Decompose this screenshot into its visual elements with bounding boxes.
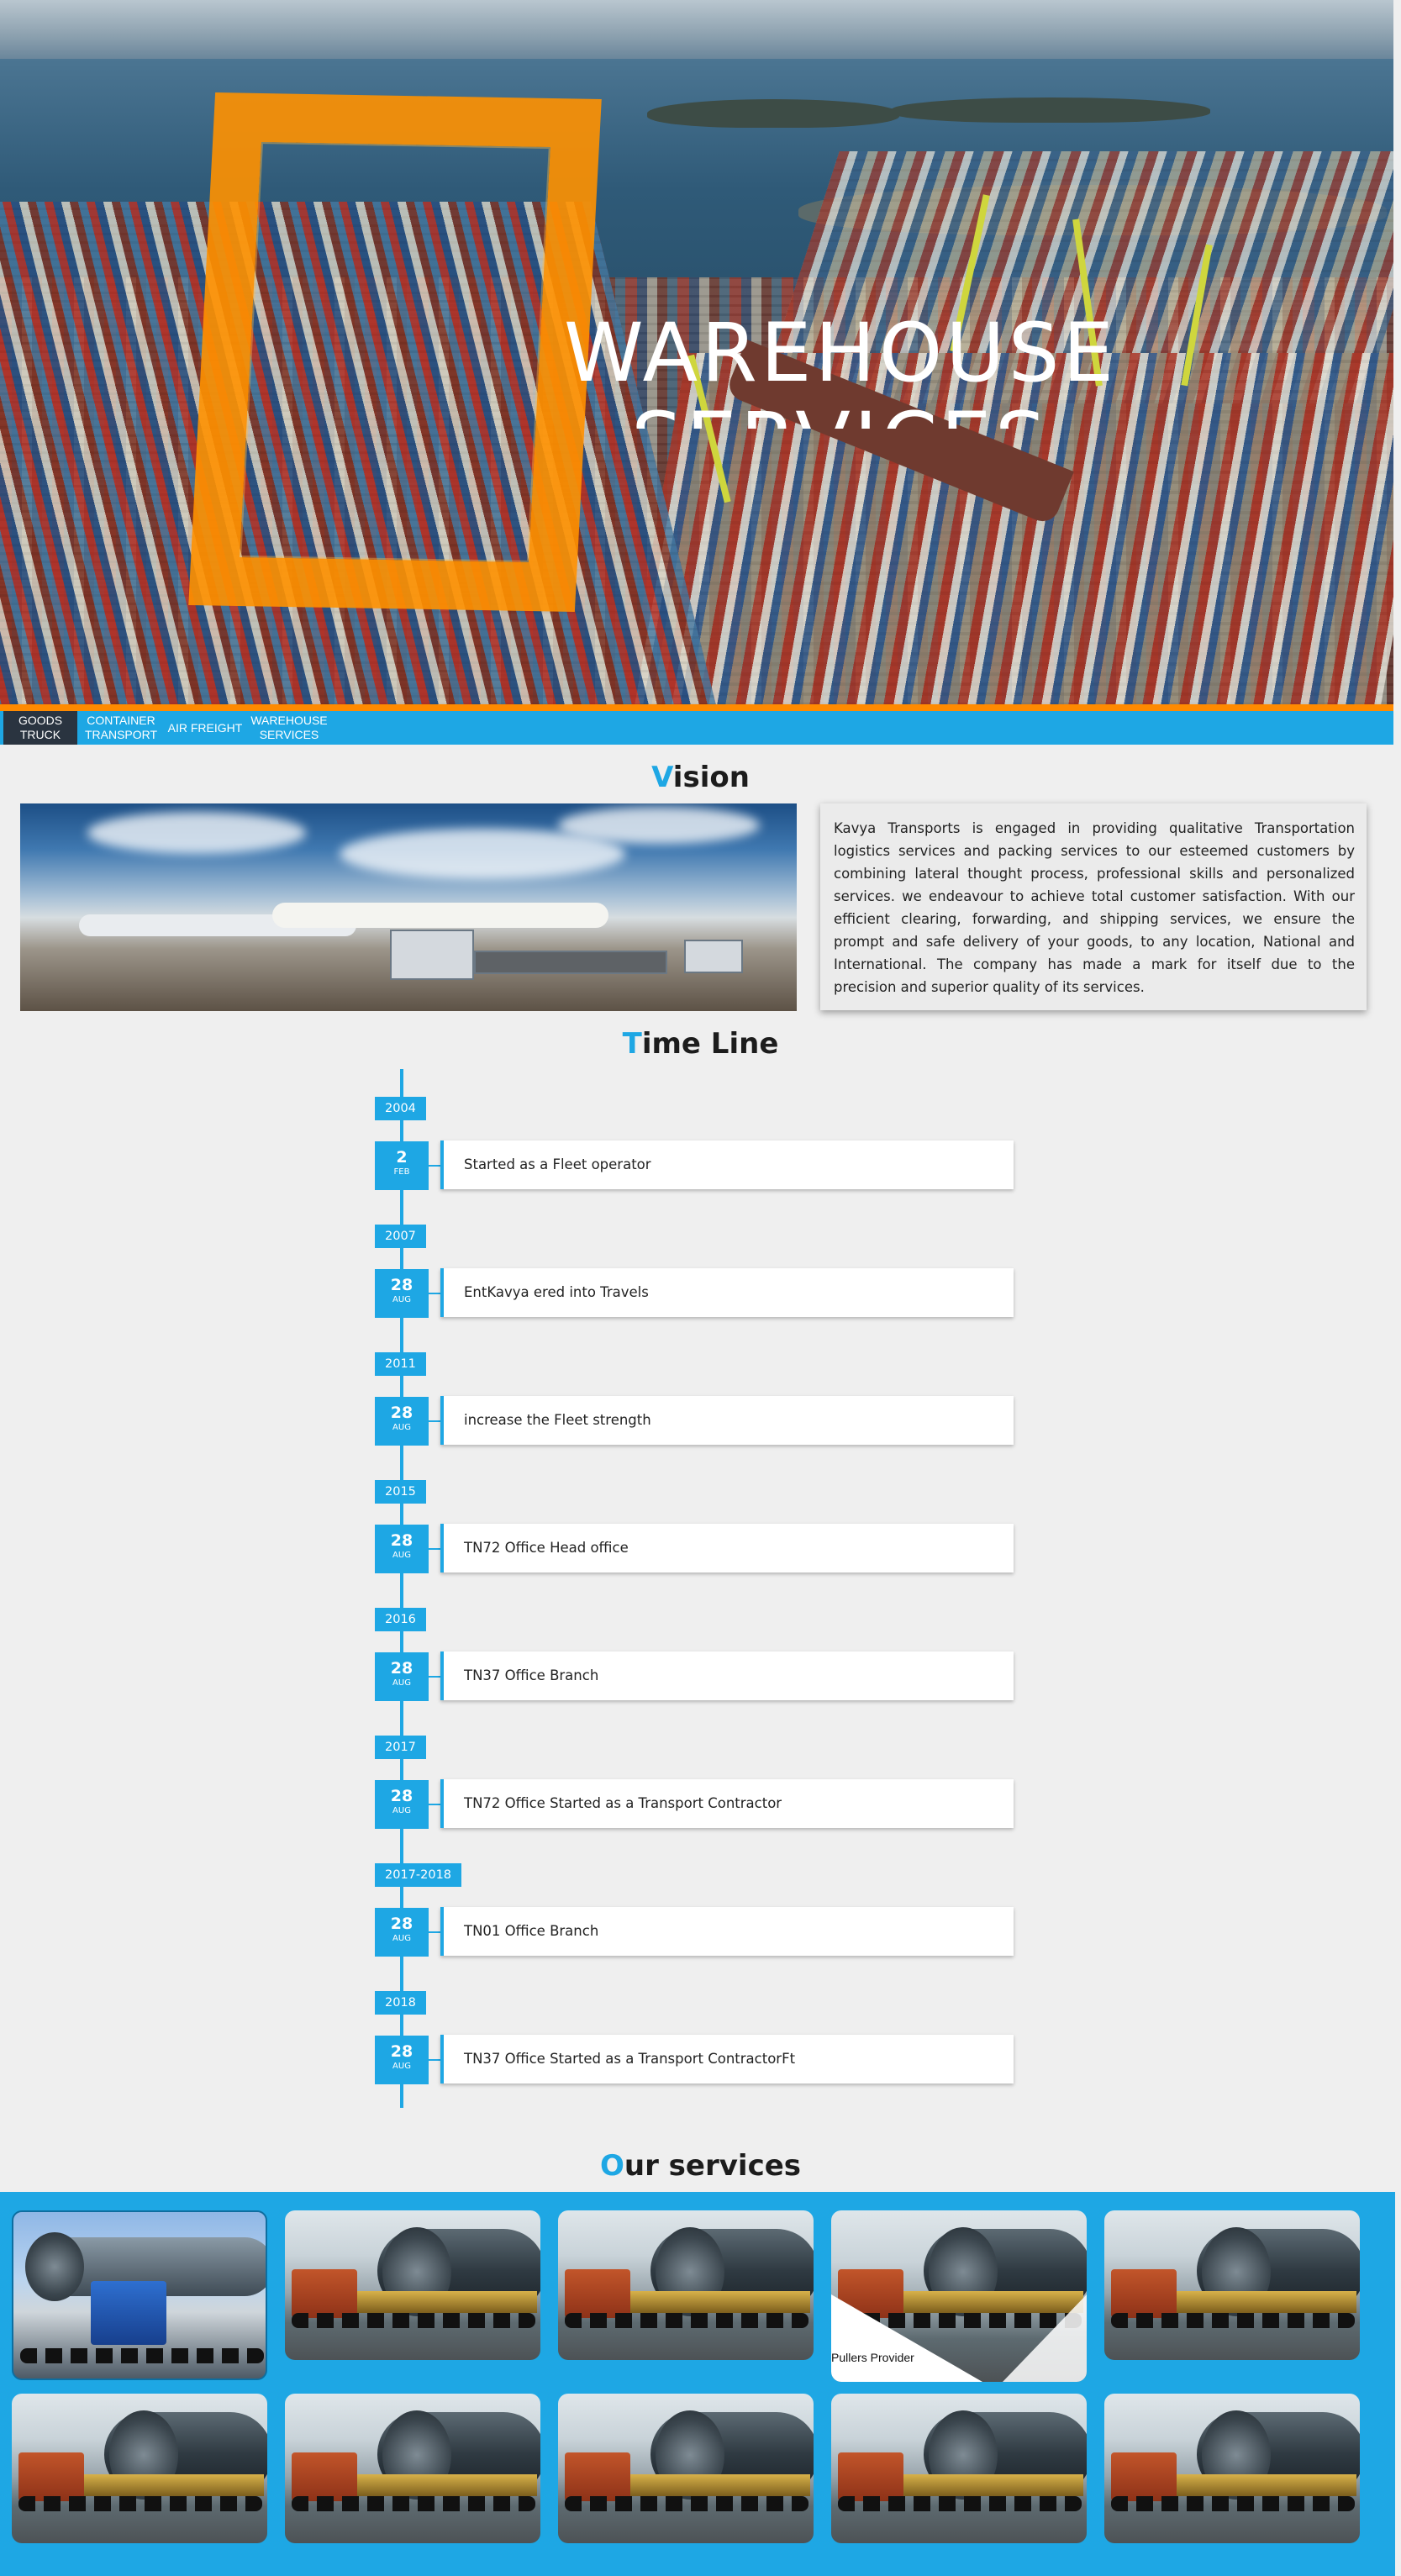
orange-accent-bar bbox=[0, 704, 1393, 711]
hero-banner: WAREHOUSE SERVICES bbox=[0, 0, 1393, 704]
nav-air-freight[interactable]: AIR FREIGHT bbox=[163, 711, 247, 745]
service-card-hovered[interactable]: Pullers Provider bbox=[831, 2210, 1087, 2382]
timeline-event-card: TN72 Office Head office bbox=[440, 1524, 1014, 1572]
timeline-event-card: TN37 Office Started as a Transport Contr… bbox=[440, 2035, 1014, 2083]
services-heading: Our services bbox=[599, 2149, 802, 2183]
timeline-event-card: TN01 Office Branch bbox=[440, 1907, 1014, 1956]
service-card[interactable] bbox=[285, 2394, 540, 2543]
service-card[interactable] bbox=[1104, 2394, 1360, 2543]
service-card[interactable] bbox=[558, 2394, 814, 2543]
timeline-date-badge: 28 AUG bbox=[375, 1780, 429, 1829]
service-card[interactable] bbox=[1104, 2210, 1360, 2360]
timeline-year-badge: 2011 bbox=[375, 1352, 426, 1376]
timeline-event-card: TN72 Office Started as a Transport Contr… bbox=[440, 1779, 1014, 1828]
timeline-date-badge: 28 AUG bbox=[375, 1269, 429, 1318]
timeline-year-badge: 2018 bbox=[375, 1991, 426, 2015]
timeline-date-badge: 2 FEB bbox=[375, 1141, 429, 1190]
vision-description: Kavya Transports is engaged in providing… bbox=[820, 803, 1367, 1010]
service-nav: GOODS TRUCK CONTAINER TRANSPORT AIR FREIGH… bbox=[0, 711, 1393, 745]
timeline-heading: Time Line bbox=[622, 1027, 779, 1061]
service-card[interactable] bbox=[831, 2394, 1087, 2543]
timeline-event-card: EntKavya ered into Travels bbox=[440, 1268, 1014, 1317]
timeline-year-badge: 2017 bbox=[375, 1736, 426, 1759]
service-card[interactable] bbox=[285, 2210, 540, 2360]
timeline-date-badge: 28 AUG bbox=[375, 1525, 429, 1573]
nav-warehouse-services[interactable]: WAREHOUSE SERVICES bbox=[247, 711, 331, 745]
timeline-event-card: TN37 Office Branch bbox=[440, 1651, 1014, 1700]
timeline-year-badge: 2004 bbox=[375, 1097, 426, 1120]
timeline-event-card: Started as a Fleet operator bbox=[440, 1140, 1014, 1189]
timeline-year-badge: 2017-2018 bbox=[375, 1863, 462, 1887]
nav-container-transport[interactable]: CONTAINER TRANSPORT bbox=[81, 711, 161, 745]
timeline-date-badge: 28 AUG bbox=[375, 1397, 429, 1446]
services-section: Pullers Provider bbox=[0, 2192, 1395, 2576]
timeline-year-badge: 2015 bbox=[375, 1480, 426, 1504]
hero-title: WAREHOUSE SERVICES bbox=[521, 303, 1160, 429]
timeline-date-badge: 28 AUG bbox=[375, 2036, 429, 2084]
timeline-event-card: increase the Fleet strength bbox=[440, 1396, 1014, 1445]
nav-goods-truck[interactable]: GOODS TRUCK bbox=[3, 711, 77, 745]
vision-image-airport bbox=[20, 803, 797, 1011]
service-card[interactable] bbox=[558, 2210, 814, 2360]
timeline-date-badge: 28 AUG bbox=[375, 1908, 429, 1957]
timeline-date-badge: 28 AUG bbox=[375, 1652, 429, 1701]
hero-title-line1: WAREHOUSE bbox=[563, 306, 1118, 400]
service-card[interactable] bbox=[12, 2394, 267, 2543]
service-card[interactable] bbox=[12, 2210, 267, 2380]
vision-heading: Vision bbox=[651, 761, 750, 794]
service-caption: Pullers Provider bbox=[831, 2350, 918, 2365]
timeline-year-badge: 2016 bbox=[375, 1608, 426, 1631]
timeline-year-badge: 2007 bbox=[375, 1225, 426, 1248]
